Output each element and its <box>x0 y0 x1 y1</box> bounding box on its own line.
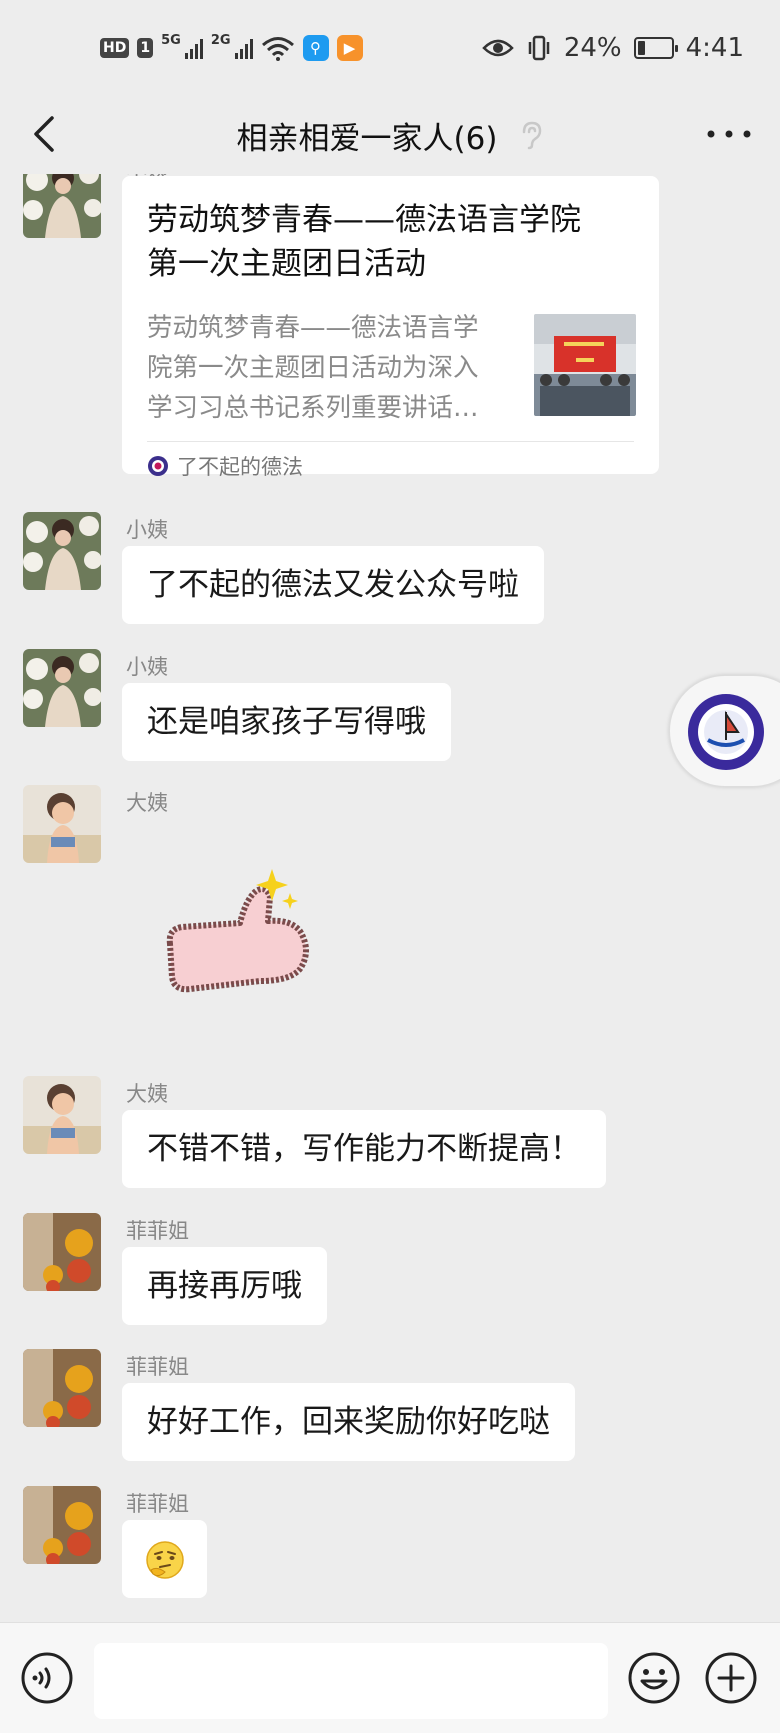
article-desc-line-3: 学习习总书记系列重要讲话… <box>147 393 479 423</box>
more-options-icon[interactable] <box>702 112 756 156</box>
status-left: HD 1 5G 2G ⚲ ▶ <box>100 32 363 61</box>
message-bubble[interactable]: 还是咱家孩子写得哦 <box>122 683 451 761</box>
avatar-xiaoyi[interactable] <box>23 174 101 238</box>
voice-input-icon[interactable] <box>20 1651 74 1705</box>
article-source: 了不起的德法 <box>147 451 303 481</box>
message-bubble[interactable]: 好好工作，回来奖励你好吃哒 <box>122 1383 575 1461</box>
article-card[interactable]: 劳动筑梦青春——德法语言学院 第一次主题团日活动 劳动筑梦青春——德法语言学 院… <box>122 176 659 479</box>
search-app-icon: ⚲ <box>302 35 329 61</box>
avatar-feifeijie[interactable] <box>23 1349 101 1427</box>
network-5g-label: 5G <box>161 32 181 48</box>
article-description: 劳动筑梦青春——德法语言学 院第一次主题团日活动为深入 学习习总书记系列重要讲话… <box>147 308 507 428</box>
eye-icon <box>482 39 514 57</box>
vibrate-icon <box>528 35 550 61</box>
battery-fill <box>637 41 645 55</box>
avatar-feifeijie[interactable] <box>23 1486 101 1564</box>
article-title: 劳动筑梦青春——德法语言学院 第一次主题团日活动 <box>147 198 634 286</box>
chat-messages[interactable]: 小姨 劳动筑梦青春——德法语言学院 第一次主题团日活动 劳动筑梦青春——德法语言… <box>0 174 780 1622</box>
video-app-icon: ▶ <box>336 35 363 61</box>
floating-window-ball[interactable] <box>669 675 780 787</box>
official-account-icon <box>148 456 168 476</box>
message-input[interactable] <box>94 1643 608 1719</box>
message-bubble[interactable]: 不错不错，写作能力不断提高！ <box>122 1110 606 1188</box>
signal-2g-icon <box>234 37 253 59</box>
sender-name: 大姨 <box>126 791 168 815</box>
network-2g-label: 2G <box>210 32 231 48</box>
battery-percent: 24% <box>563 33 622 63</box>
message-bubble[interactable] <box>122 1520 207 1598</box>
back-arrow-icon[interactable] <box>24 112 68 156</box>
avatar-feifeijie[interactable] <box>23 1213 101 1291</box>
battery-icon <box>633 37 678 59</box>
article-source-name: 了不起的德法 <box>177 455 303 479</box>
ear-mode-icon <box>523 121 542 150</box>
chat-title-group: 相亲相爱一家人(6) <box>237 113 544 158</box>
input-bar <box>0 1622 780 1733</box>
clock: 4:41 <box>685 33 744 63</box>
article-thumbnail <box>534 314 636 416</box>
article-divider <box>147 441 634 442</box>
hd-badge: HD <box>100 38 130 58</box>
avatar-dayi[interactable] <box>23 785 101 863</box>
article-desc-line-2: 院第一次主题团日活动为深入 <box>147 353 479 383</box>
status-bar: HD 1 5G 2G ⚲ ▶ 24% 4:41 <box>0 0 780 96</box>
message-bubble[interactable]: 了不起的德法又发公众号啦 <box>122 546 544 624</box>
chat-title: 相亲相爱一家人(6) <box>236 120 498 157</box>
article-title-line-2: 第一次主题团日活动 <box>147 246 426 282</box>
avatar-xiaoyi[interactable] <box>23 649 101 727</box>
emoji-icon[interactable] <box>627 1651 681 1705</box>
wifi-icon <box>261 37 294 61</box>
message-bubble[interactable]: 再接再厉哦 <box>122 1247 327 1325</box>
sender-name: 大姨 <box>126 1082 168 1106</box>
avatar-xiaoyi[interactable] <box>23 512 101 590</box>
sender-name: 菲菲姐 <box>126 1355 189 1379</box>
sim-badge: 1 <box>137 38 154 58</box>
status-right: 24% 4:41 <box>482 33 744 63</box>
avatar-dayi[interactable] <box>23 1076 101 1154</box>
thumbs-up-sticker[interactable] <box>150 869 320 1019</box>
article-title-line-1: 劳动筑梦青春——德法语言学院 <box>147 202 581 238</box>
sender-name: 菲菲姐 <box>126 1219 189 1243</box>
article-desc-line-1: 劳动筑梦青春——德法语言学 <box>147 313 479 343</box>
sender-name: 小姨 <box>126 655 168 679</box>
college-logo-icon <box>688 694 764 770</box>
thinking-face-icon <box>146 1541 184 1579</box>
sender-name: 菲菲姐 <box>126 1492 189 1516</box>
chat-header: 相亲相爱一家人(6) <box>0 96 780 174</box>
signal-5g-icon <box>184 37 203 59</box>
sender-name: 小姨 <box>126 518 168 542</box>
plus-icon[interactable] <box>704 1651 758 1705</box>
